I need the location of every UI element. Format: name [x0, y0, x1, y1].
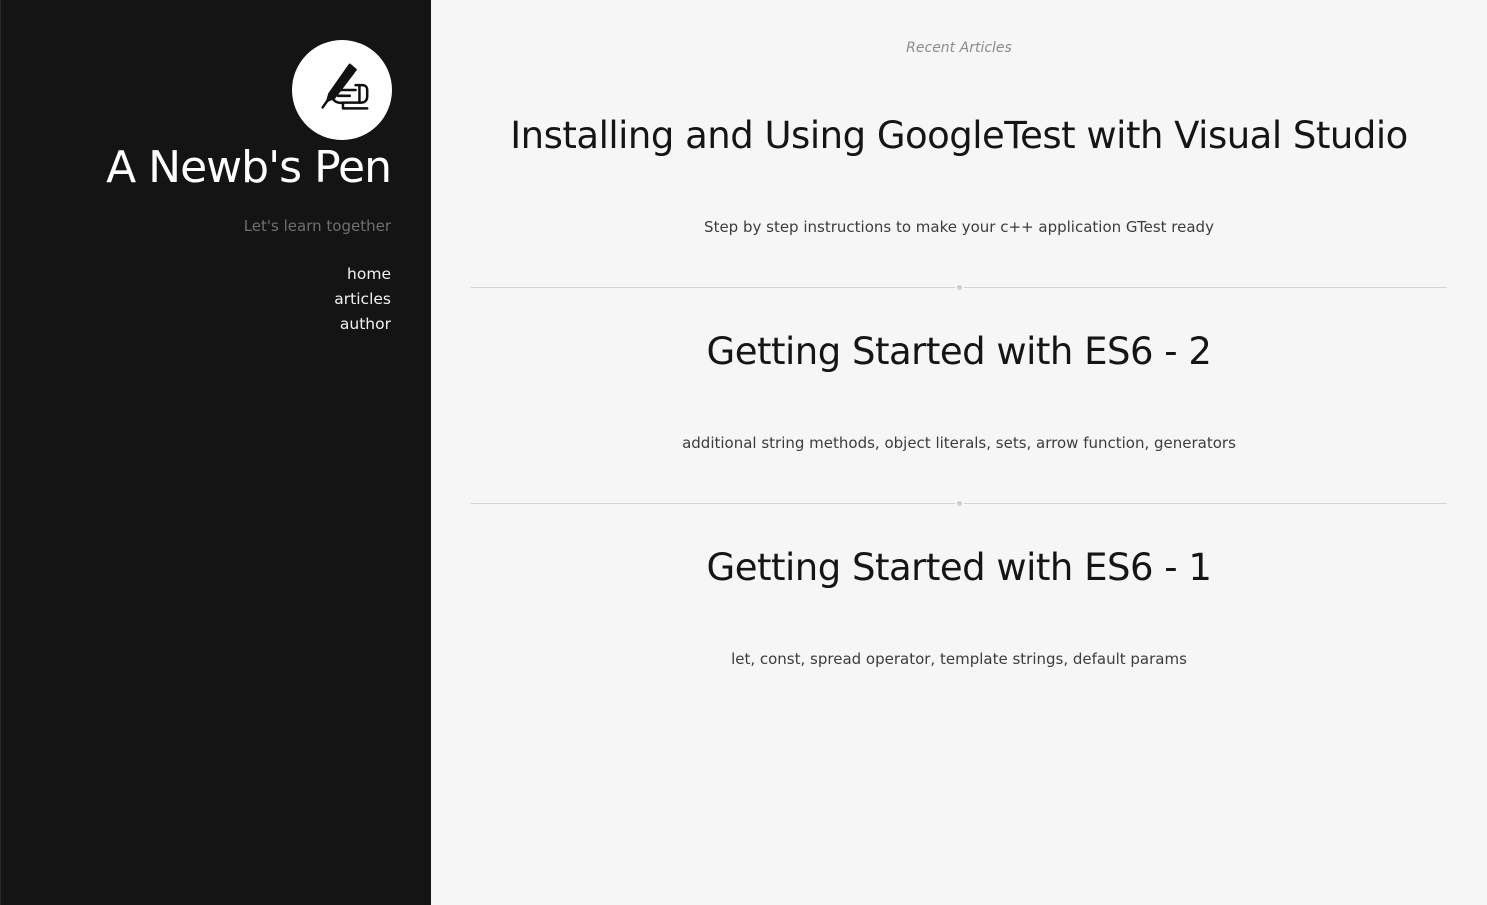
- site-tagline: Let's learn together: [243, 217, 391, 235]
- article-description: let, const, spread operator, template st…: [731, 650, 1187, 668]
- nav-link-home[interactable]: home: [334, 262, 391, 287]
- divider-dot: [955, 283, 964, 292]
- article-item: Getting Started with ES6 - 1 let, const,…: [471, 543, 1447, 670]
- article-description: additional string methods, object litera…: [682, 434, 1236, 452]
- nav-link-author[interactable]: author: [334, 312, 391, 337]
- writing-hand-icon: [321, 63, 369, 110]
- section-label: Recent Articles: [906, 40, 1012, 56]
- article-title[interactable]: Installing and Using GoogleTest with Vis…: [471, 111, 1447, 161]
- nav-link-articles[interactable]: articles: [334, 287, 391, 312]
- article-item: Installing and Using GoogleTest with Vis…: [471, 111, 1447, 238]
- article-description: Step by step instructions to make your c…: [704, 218, 1214, 236]
- article-divider: [471, 499, 1447, 508]
- main-nav: home articles author: [334, 262, 391, 337]
- article-title[interactable]: Getting Started with ES6 - 2: [471, 327, 1447, 377]
- avatar[interactable]: [292, 40, 392, 140]
- sidebar: A Newb's Pen Let's learn together home a…: [0, 0, 431, 905]
- divider-dot: [955, 499, 964, 508]
- article-title[interactable]: Getting Started with ES6 - 1: [471, 543, 1447, 593]
- article-item: Getting Started with ES6 - 2 additional …: [471, 327, 1447, 454]
- article-divider: [471, 283, 1447, 292]
- site-title[interactable]: A Newb's Pen: [106, 140, 392, 196]
- main-content: Recent Articles Installing and Using Goo…: [431, 0, 1487, 905]
